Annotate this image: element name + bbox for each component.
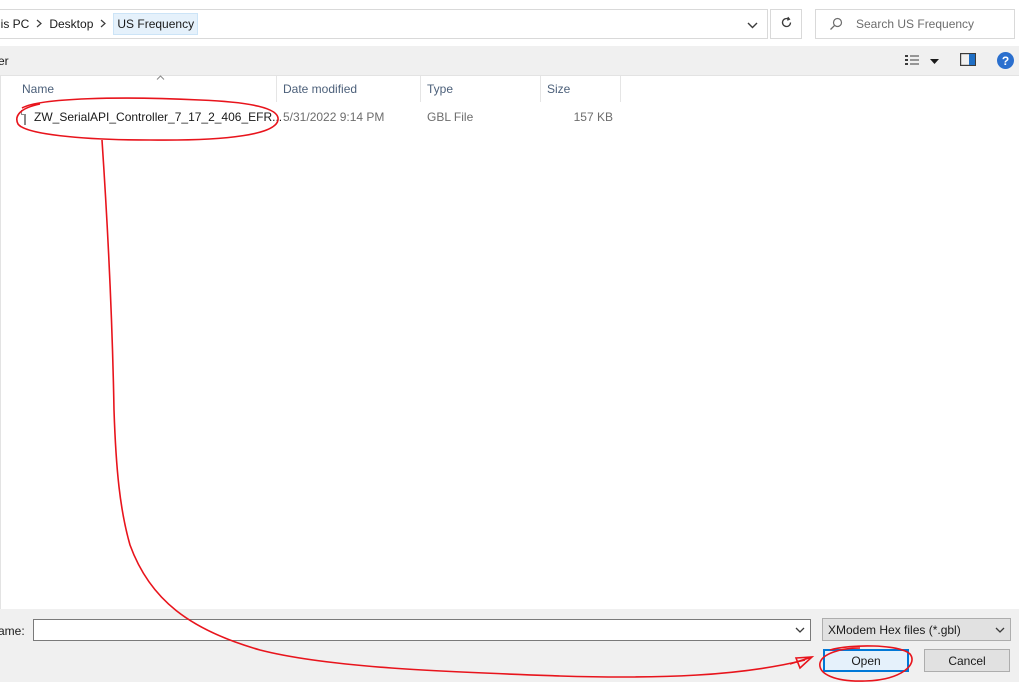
- chevron-down-icon[interactable]: [993, 623, 1007, 637]
- chevron-right-icon[interactable]: [100, 19, 107, 30]
- file-list[interactable]: Name Date modified Type Size ZW_SerialAP…: [0, 75, 1019, 609]
- column-header-date-label: Date modified: [283, 82, 358, 96]
- file-type-select[interactable]: XModem Hex files (*.gbl): [822, 618, 1011, 641]
- file-name-label: ame:: [0, 624, 25, 638]
- open-button[interactable]: Open: [823, 649, 909, 672]
- column-header-type[interactable]: Type: [421, 76, 541, 102]
- address-bar[interactable]: his PC Desktop US Frequency: [0, 9, 768, 39]
- file-type-cell: GBL File: [427, 110, 474, 124]
- address-row: his PC Desktop US Frequency: [0, 0, 1019, 46]
- breadcrumb: his PC Desktop US Frequency: [0, 10, 199, 38]
- chevron-down-icon[interactable]: [740, 14, 764, 36]
- search-icon: [828, 16, 844, 32]
- column-header-name[interactable]: Name: [16, 75, 277, 102]
- toolbar: er ?: [0, 46, 1019, 76]
- view-options-icon: [904, 54, 924, 69]
- file-name-combobox[interactable]: [33, 619, 811, 641]
- file-name-cell[interactable]: ZW_SerialAPI_Controller_7_17_2_406_EFR..…: [21, 104, 283, 130]
- preview-pane-icon: [960, 53, 977, 69]
- refresh-button[interactable]: [770, 9, 802, 39]
- view-options-button[interactable]: [904, 52, 942, 70]
- table-row[interactable]: ZW_SerialAPI_Controller_7_17_2_406_EFR..…: [15, 104, 621, 130]
- chevron-right-icon[interactable]: [36, 19, 43, 30]
- search-field[interactable]: [815, 9, 1015, 39]
- refresh-icon: [780, 16, 793, 32]
- column-header-size[interactable]: Size: [541, 76, 621, 102]
- column-header-name-label: Name: [22, 82, 55, 96]
- help-icon[interactable]: ?: [997, 52, 1014, 69]
- preview-pane-button[interactable]: [958, 53, 978, 69]
- new-folder-button[interactable]: er: [0, 54, 9, 68]
- breadcrumb-this-pc[interactable]: his PC: [0, 17, 29, 31]
- file-name: ZW_SerialAPI_Controller_7_17_2_406_EFR..…: [34, 110, 283, 124]
- column-header-date-modified[interactable]: Date modified: [277, 76, 421, 102]
- cancel-button[interactable]: Cancel: [924, 649, 1010, 672]
- file-name-field[interactable]: [34, 620, 784, 640]
- column-header-size-label: Size: [547, 82, 571, 96]
- file-size-cell: 157 KB: [573, 110, 613, 124]
- file-type-value: XModem Hex files (*.gbl): [828, 622, 961, 637]
- chevron-down-icon[interactable]: [930, 54, 939, 68]
- breadcrumb-desktop[interactable]: Desktop: [49, 17, 93, 31]
- file-icon: [21, 109, 26, 125]
- chevron-down-icon[interactable]: [792, 622, 808, 638]
- sort-ascending-icon: [156, 72, 165, 83]
- column-header-type-label: Type: [427, 82, 454, 96]
- file-date-cell: 5/31/2022 9:14 PM: [283, 110, 385, 124]
- breadcrumb-us-frequency[interactable]: US Frequency: [113, 13, 199, 35]
- dialog-footer: ame: XModem Hex files (*.gbl) Open Cance…: [0, 609, 1019, 682]
- search-input[interactable]: [856, 17, 1006, 31]
